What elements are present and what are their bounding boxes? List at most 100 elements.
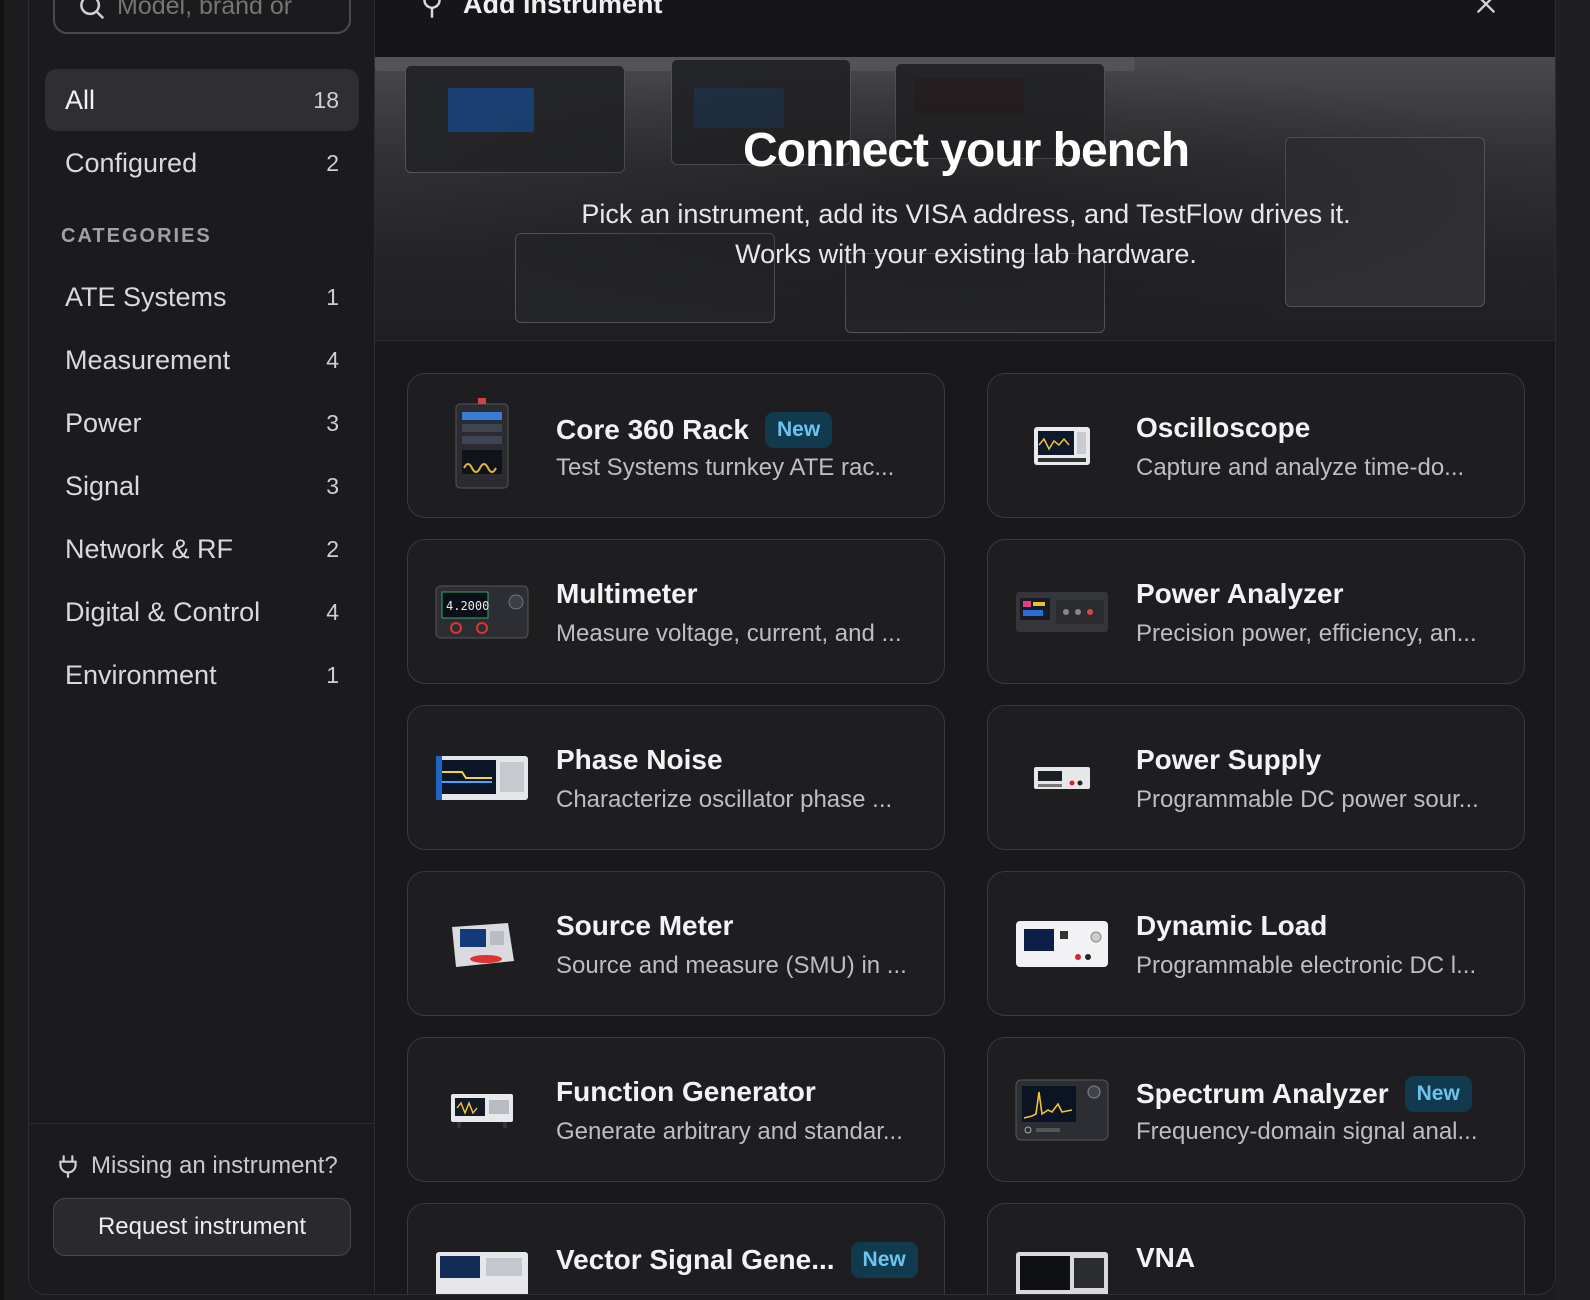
instrument-desc: Characterize oscillator phase ...	[556, 786, 893, 813]
function-generator-icon	[432, 1060, 532, 1160]
instrument-name-text: Core 360 Rack	[556, 414, 750, 445]
category-environment[interactable]: Environment 1	[45, 644, 359, 706]
category-count: 3	[326, 409, 339, 436]
category-count: 1	[326, 661, 339, 688]
instrument-name-text: Function Generator	[556, 1076, 816, 1107]
instrument-card-oscilloscope[interactable]: Oscilloscope Capture and analyze time-do…	[987, 373, 1525, 518]
instrument-catalog: Add instrument Connect your bench Pick a…	[375, 0, 1555, 1294]
instrument-name: Power Supply	[1136, 744, 1321, 776]
rack-icon	[432, 396, 532, 496]
hero-title: Connect your bench	[742, 124, 1190, 177]
instrument-name-text: Phase Noise	[556, 744, 723, 775]
instrument-name-text: Vector Signal Gene...	[556, 1244, 835, 1275]
hero-subtitle-line1: Pick an instrument, add its VISA address…	[581, 199, 1351, 229]
category-ate-systems[interactable]: ATE Systems 1	[45, 266, 359, 328]
instrument-name-text: Spectrum Analyzer	[1136, 1078, 1389, 1109]
new-badge: New	[850, 1242, 918, 1278]
source-meter-icon	[432, 894, 532, 994]
search-box[interactable]	[53, 0, 351, 34]
instrument-card-core-360-rack[interactable]: Core 360 Rack New Test Systems turnkey AT…	[407, 373, 945, 518]
categories-heading: CATEGORIES	[61, 225, 212, 247]
category-label: Environment	[65, 659, 217, 690]
instrument-card-source-meter[interactable]: Source Meter Source and measure (SMU) in…	[407, 871, 945, 1016]
category-label: Measurement	[65, 344, 231, 375]
category-label: Power	[65, 407, 142, 438]
category-count: 2	[326, 535, 339, 562]
instrument-name-text: Power Supply	[1136, 744, 1322, 775]
instrument-card-power-supply[interactable]: Power Supply Programmable DC power sour.…	[987, 705, 1525, 850]
nav-item-label: All	[65, 84, 96, 115]
instrument-desc: Capture and analyze time-do...	[1136, 454, 1465, 481]
missing-instrument-note: Missing an instrument?	[55, 1152, 338, 1180]
oscilloscope-icon	[1012, 396, 1112, 496]
instrument-desc: Frequency-domain signal anal...	[1136, 1118, 1478, 1145]
dialog-title: Add instrument	[423, 0, 663, 20]
category-signal[interactable]: Signal 3	[45, 455, 359, 517]
instrument-desc: Test Systems turnkey ATE rac...	[556, 454, 895, 481]
missing-instrument-text: Missing an instrument?	[91, 1152, 338, 1179]
vna-icon	[1012, 1226, 1112, 1294]
instrument-name: Dynamic Load	[1136, 910, 1327, 942]
category-count: 1	[326, 283, 339, 310]
instrument-name: Power Analyzer	[1136, 578, 1343, 610]
close-icon[interactable]	[1473, 0, 1499, 17]
category-power[interactable]: Power 3	[45, 392, 359, 454]
instrument-name-text: Power Analyzer	[1136, 578, 1344, 609]
svg-text:4.2000: 4.2000	[446, 599, 489, 613]
instrument-card-power-analyzer[interactable]: Power Analyzer Precision power, efficien…	[987, 539, 1525, 684]
category-digital-control[interactable]: Digital & Control 4	[45, 581, 359, 643]
instrument-name-text: Source Meter	[556, 910, 734, 941]
category-measurement[interactable]: Measurement 4	[45, 329, 359, 391]
instrument-name-text: Multimeter	[556, 578, 698, 609]
category-label: Digital & Control	[65, 596, 261, 627]
nav-item-configured[interactable]: Configured 2	[45, 132, 359, 194]
nav-item-all[interactable]: All 18	[45, 69, 359, 131]
phase-noise-icon	[432, 728, 532, 828]
hero-banner: Connect your bench Pick an instrument, a…	[375, 57, 1555, 341]
instrument-card-dynamic-load[interactable]: Dynamic Load Programmable electronic DC …	[987, 871, 1525, 1016]
new-badge: New	[1404, 1076, 1472, 1112]
instrument-name: Function Generator	[556, 1076, 816, 1108]
backdrop-right	[1556, 0, 1590, 1300]
dialog-header: Add instrument	[375, 0, 1555, 57]
category-network-rf[interactable]: Network & RF 2	[45, 518, 359, 580]
instrument-desc: Generate arbitrary and standar...	[556, 1118, 903, 1145]
plug-icon	[59, 1155, 77, 1178]
instrument-name: Multimeter	[556, 578, 698, 610]
instrument-card-multimeter[interactable]: 4.2000 Multimeter Measure voltage, curre…	[407, 539, 945, 684]
instrument-desc: Source and measure (SMU) in ...	[556, 952, 907, 979]
spectrum-analyzer-icon	[1012, 1060, 1112, 1160]
instrument-card-spectrum-analyzer[interactable]: Spectrum Analyzer New Frequency-domain si…	[987, 1037, 1525, 1182]
request-instrument-button[interactable]: Request instrument	[53, 1198, 351, 1256]
instrument-name: Source Meter	[556, 910, 733, 942]
instrument-name: Core 360 Rack New	[556, 412, 833, 448]
instrument-name: Spectrum Analyzer New	[1136, 1076, 1472, 1112]
pin-icon	[423, 0, 441, 18]
instrument-name-text: Oscilloscope	[1136, 412, 1311, 443]
instrument-name: Phase Noise	[556, 744, 723, 776]
category-count: 4	[326, 598, 339, 625]
power-supply-icon	[1012, 728, 1112, 828]
instrument-name-text: VNA	[1136, 1242, 1196, 1273]
nav-item-count: 18	[313, 86, 339, 113]
instrument-card-vna[interactable]: VNA	[987, 1203, 1525, 1294]
dynamic-load-icon	[1012, 894, 1112, 994]
instrument-name-text: Dynamic Load	[1136, 910, 1328, 941]
add-instrument-dialog: All 18 Configured 2 CATEGORIES ATE Syste…	[28, 0, 1556, 1295]
instrument-card-phase-noise[interactable]: Phase Noise Characterize oscillator phas…	[407, 705, 945, 850]
new-badge: New	[765, 412, 833, 448]
hero-subtitle-line2: Works with your existing lab hardware.	[735, 239, 1197, 269]
multimeter-icon: 4.2000	[432, 562, 532, 662]
instrument-desc: Programmable DC power sour...	[1136, 786, 1479, 813]
instrument-card-function-generator[interactable]: Function Generator Generate arbitrary an…	[407, 1037, 945, 1182]
sidebar-footer: Missing an instrument? Request instrumen…	[29, 1123, 375, 1294]
power-analyzer-icon	[1012, 562, 1112, 662]
category-label: Signal	[65, 470, 141, 501]
instrument-card-vector-signal-generator[interactable]: Vector Signal Gene... New	[407, 1203, 945, 1294]
category-sidebar: All 18 Configured 2 CATEGORIES ATE Syste…	[29, 0, 375, 1294]
search-input[interactable]	[117, 0, 337, 21]
instrument-desc: Measure voltage, current, and ...	[556, 620, 902, 647]
instrument-name: Oscilloscope	[1136, 412, 1310, 444]
category-label: ATE Systems	[65, 281, 227, 312]
dialog-title-text: Add instrument	[463, 0, 663, 19]
